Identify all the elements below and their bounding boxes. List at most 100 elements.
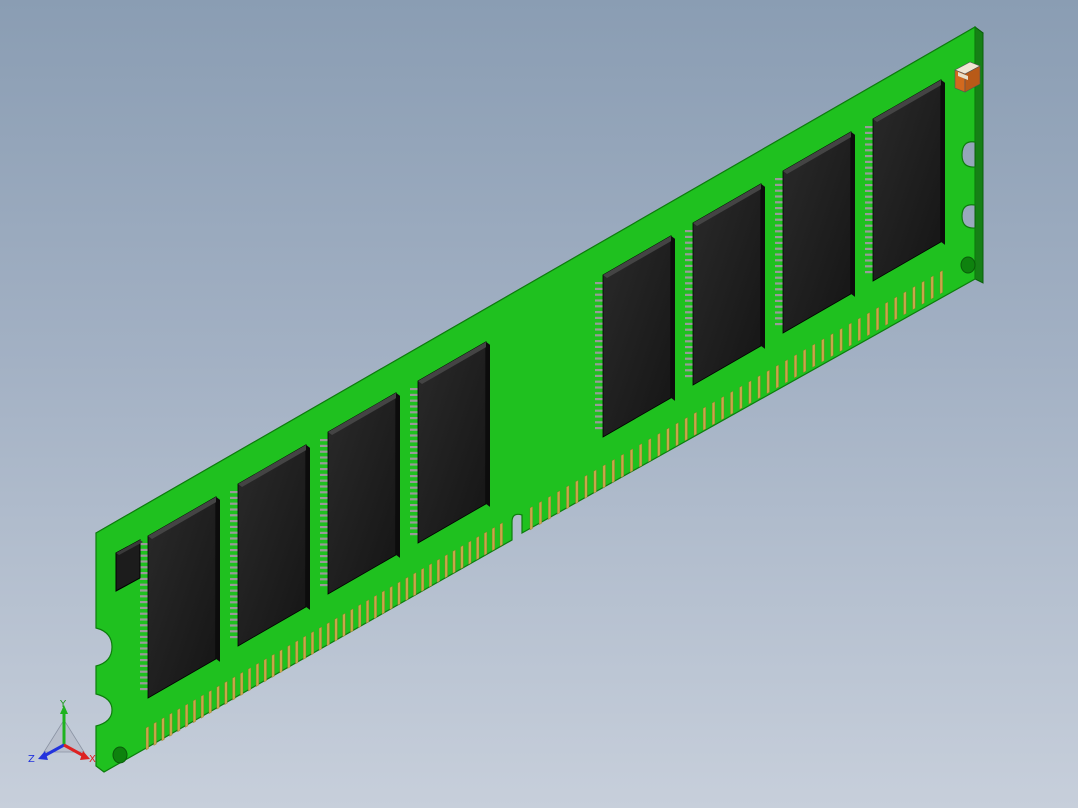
edge-contact-pin — [491, 526, 495, 552]
edge-contact-pin — [208, 690, 212, 715]
edge-contact-pin — [484, 531, 488, 556]
edge-contact-pin — [684, 417, 688, 442]
edge-contact-pin — [499, 522, 503, 547]
edge-contact-pin — [334, 617, 338, 642]
edge-contact-pin — [255, 662, 259, 687]
edge-contact-pin — [263, 658, 267, 683]
edge-contact-pin — [240, 671, 244, 696]
edge-contact-pin — [311, 631, 314, 656]
edge-contact-pin — [271, 653, 275, 678]
edge-contact-pin — [611, 459, 615, 484]
edge-contact-pin — [794, 354, 797, 379]
triad-x-label: X — [89, 754, 96, 765]
edge-contact-pin — [381, 590, 385, 615]
edge-contact-pin — [812, 343, 816, 368]
edge-contact-pin — [358, 603, 362, 628]
edge-contact-pin — [648, 438, 652, 463]
edge-contact-pin — [903, 291, 907, 316]
edge-contact-pin — [739, 385, 743, 410]
edge-contact-pin — [912, 285, 916, 310]
edge-contact-pin — [666, 427, 670, 452]
edge-contact-pin — [639, 443, 643, 468]
edge-contact-pin — [548, 495, 551, 520]
edge-contact-pin — [232, 676, 236, 701]
edge-contact-pin — [318, 626, 322, 651]
edge-contact-pin — [748, 380, 752, 405]
orientation-triad[interactable]: Y Z X — [28, 699, 96, 765]
edge-contact-pin — [866, 312, 870, 337]
edge-contact-pin — [287, 644, 291, 669]
edge-contact-pin — [702, 406, 706, 431]
edge-contact-pin — [413, 572, 417, 597]
edge-contact-pin — [848, 322, 852, 347]
edge-contact-pin — [930, 275, 934, 300]
edge-contact-pin — [421, 567, 425, 592]
edge-contact-pin — [693, 411, 697, 436]
edge-contact-pin — [200, 694, 204, 719]
edge-contact-pin — [529, 506, 533, 531]
edge-contact-pin — [342, 613, 346, 638]
edge-contact-pin — [584, 474, 588, 499]
edge-contact-pin — [436, 558, 440, 583]
edge-contact-pin — [452, 549, 456, 574]
edge-contact-pin — [566, 485, 570, 510]
edge-contact-pin — [593, 469, 597, 494]
cad-viewport[interactable]: Y Z X — [0, 0, 1078, 808]
edge-contact-pin — [279, 649, 283, 674]
edge-contact-pin — [803, 348, 807, 373]
edge-contact-pin — [839, 327, 843, 352]
edge-contact-pin — [894, 296, 898, 321]
edge-contact-pin — [757, 375, 761, 400]
edge-contact-pin — [169, 712, 173, 737]
edge-contact-pin — [939, 270, 943, 295]
edge-contact-pin — [630, 448, 633, 473]
edge-contact-pin — [460, 545, 464, 570]
edge-contact-pin — [675, 422, 679, 447]
edge-contact-pin — [468, 540, 472, 565]
edge-contact-pin — [602, 464, 606, 489]
edge-contact-pin — [373, 594, 377, 619]
edge-contact-pin — [766, 369, 770, 394]
edge-contact-pin — [657, 432, 661, 457]
edge-contact-pin — [397, 581, 401, 606]
mounting-hole-right — [960, 256, 976, 274]
edge-contact-pin — [248, 667, 252, 692]
ram-module-model[interactable]: Y Z X — [0, 0, 1078, 808]
edge-contact-pin — [721, 396, 725, 421]
edge-contact-pin — [775, 364, 779, 389]
edge-contact-pin — [830, 333, 834, 358]
edge-contact-pin — [538, 501, 542, 526]
edge-contact-pin — [620, 453, 624, 478]
edge-contact-pin — [405, 576, 409, 601]
edge-contact-pin — [366, 599, 370, 624]
edge-contact-pin — [712, 401, 715, 426]
edge-contact-pin — [193, 699, 196, 724]
edge-contact-pin — [444, 554, 448, 579]
edge-contact-pin — [730, 390, 734, 415]
edge-contact-pin — [476, 536, 480, 561]
edge-contact-pin — [876, 306, 879, 331]
mounting-hole-left — [112, 746, 128, 764]
edge-contact-pin — [557, 490, 561, 515]
edge-contact-pin — [145, 726, 149, 751]
edge-contact-pin — [784, 359, 788, 384]
triad-y-label: Y — [59, 699, 67, 710]
edge-contact-pin — [224, 680, 228, 705]
edge-contact-pin — [216, 685, 220, 710]
edge-contact-pin — [295, 640, 299, 665]
edge-contact-pin — [885, 301, 889, 326]
edge-contact-pin — [389, 585, 393, 610]
edge-contact-pin — [326, 622, 330, 647]
edge-contact-pin — [153, 721, 157, 746]
edge-contact-pin — [921, 280, 925, 305]
triad-z-label: Z — [28, 754, 35, 765]
edge-contact-pin — [185, 703, 189, 728]
edge-contact-pin — [161, 717, 165, 742]
edge-contact-pin — [429, 563, 432, 588]
edge-contact-pin — [350, 608, 354, 633]
edge-contact-pin — [303, 635, 307, 660]
edge-contact-pin — [857, 317, 861, 342]
edge-contact-pin — [821, 338, 825, 363]
edge-contact-pin — [177, 708, 181, 733]
edge-contact-pin — [575, 480, 579, 505]
